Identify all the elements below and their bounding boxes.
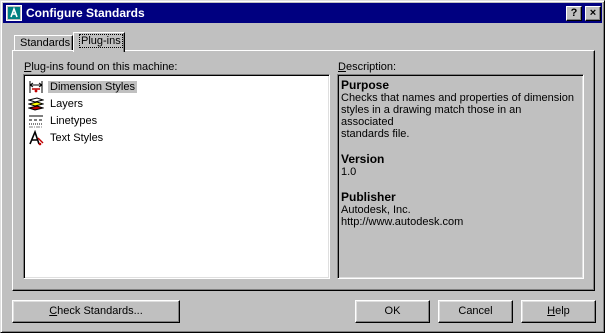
version-text: 1.0 bbox=[341, 166, 357, 178]
tab-plugins-label: Plug-ins bbox=[79, 34, 123, 48]
list-item-text-styles[interactable]: Text Styles bbox=[28, 130, 318, 146]
dimension-styles-icon bbox=[29, 81, 43, 93]
list-item-linetypes[interactable]: Linetypes bbox=[28, 113, 318, 129]
list-item-label: Dimension Styles bbox=[48, 81, 137, 93]
title-help-button[interactable]: ? bbox=[566, 6, 582, 21]
description-label: Description: bbox=[338, 61, 397, 73]
publisher-heading: Publisher bbox=[341, 190, 396, 204]
description-content: Purpose Checks that names and properties… bbox=[341, 78, 577, 228]
text-styles-icon bbox=[29, 130, 44, 146]
ok-button[interactable]: OK bbox=[355, 300, 430, 323]
list-item-label: Text Styles bbox=[50, 132, 104, 144]
description-box: Purpose Checks that names and properties… bbox=[337, 74, 584, 279]
plugins-listbox[interactable]: Dimension Styles Layers Linetypes Text S… bbox=[23, 74, 330, 279]
list-item-dimension-styles[interactable]: Dimension Styles bbox=[28, 79, 318, 95]
layers-icon bbox=[28, 97, 44, 111]
linetypes-icon bbox=[29, 115, 43, 128]
purpose-heading: Purpose bbox=[341, 78, 390, 92]
help-button[interactable]: Help bbox=[521, 300, 596, 323]
cancel-button[interactable]: Cancel bbox=[438, 300, 513, 323]
configure-standards-dialog: Configure Standards ? × Standards Plug-i… bbox=[0, 0, 605, 333]
app-icon bbox=[6, 5, 22, 21]
check-standards-button[interactable]: Check Standards... bbox=[12, 300, 180, 323]
tab-standards[interactable]: Standards bbox=[14, 35, 73, 51]
title-close-button[interactable]: × bbox=[585, 6, 601, 21]
publisher-text: Autodesk, Inc. http://www.autodesk.com bbox=[341, 204, 464, 228]
window-title: Configure Standards bbox=[26, 6, 145, 20]
title-bar[interactable]: Configure Standards ? × bbox=[3, 3, 602, 23]
list-item-label: Layers bbox=[50, 98, 84, 110]
purpose-text: Checks that names and properties of dime… bbox=[341, 92, 574, 140]
tab-plugins[interactable]: Plug-ins bbox=[73, 32, 125, 52]
version-heading: Version bbox=[341, 152, 385, 166]
list-item-layers[interactable]: Layers bbox=[28, 96, 318, 112]
tab-standards-label: Standards bbox=[20, 37, 71, 49]
list-item-label: Linetypes bbox=[50, 115, 98, 127]
plugins-list-label: Plug-ins found on this machine: bbox=[24, 61, 178, 73]
